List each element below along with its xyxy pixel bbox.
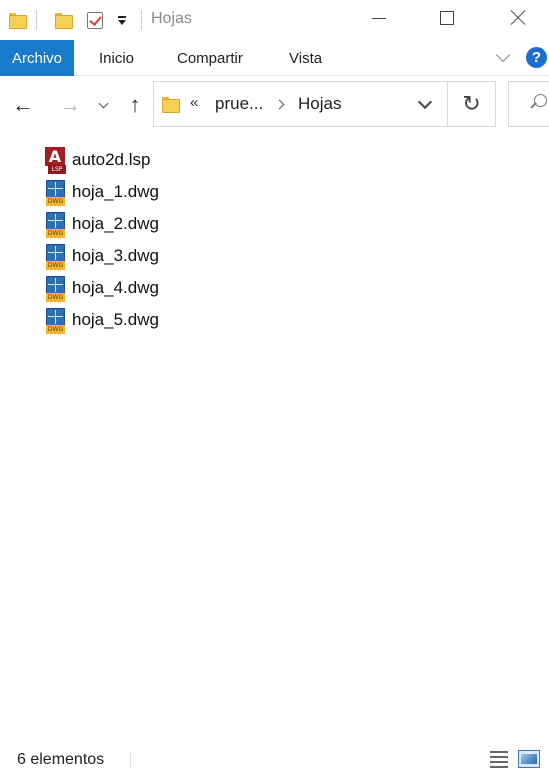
toolbar-divider: [36, 10, 37, 30]
dwg-file-icon: DWG: [44, 307, 66, 334]
dwg-file-icon: DWG: [44, 211, 66, 238]
ribbon-tabs: Archivo Inicio Compartir Vista ?: [0, 40, 549, 76]
item-count: 6 elementos: [17, 751, 105, 768]
customize-dropdown-icon[interactable]: [114, 8, 130, 32]
toolbar-divider: [141, 10, 142, 30]
list-item[interactable]: DWG hoja_3.dwg: [44, 241, 159, 271]
dwg-file-icon: DWG: [44, 275, 66, 302]
tab-vista[interactable]: Vista: [289, 40, 322, 76]
up-arrow-icon[interactable]: ↑: [122, 90, 148, 120]
tab-archivo[interactable]: Archivo: [0, 40, 74, 76]
list-item[interactable]: A LSP auto2d.lsp: [44, 145, 150, 175]
dwg-file-icon: DWG: [44, 179, 66, 206]
breadcrumb-overflow[interactable]: «: [190, 94, 198, 111]
close-button[interactable]: [495, 0, 541, 36]
file-name: hoja_5.dwg: [72, 310, 159, 329]
back-arrow-icon[interactable]: ←: [8, 90, 38, 120]
maximize-button[interactable]: [424, 0, 470, 36]
file-name: hoja_2.dwg: [72, 214, 159, 233]
list-item[interactable]: DWG hoja_1.dwg: [44, 177, 159, 207]
large-icons-view-icon[interactable]: [518, 750, 540, 768]
minimize-button[interactable]: [356, 0, 402, 36]
file-name: auto2d.lsp: [72, 150, 151, 169]
help-icon[interactable]: ?: [526, 47, 547, 68]
breadcrumb-item[interactable]: prue...: [215, 94, 263, 114]
minimize-icon: [372, 17, 386, 19]
recent-locations-chevron-icon[interactable]: [94, 90, 112, 120]
address-dropdown-icon[interactable]: [417, 94, 433, 110]
tab-compartir[interactable]: Compartir: [177, 40, 243, 76]
folder-icon[interactable]: [8, 8, 27, 32]
maximize-icon: [440, 11, 454, 25]
list-item[interactable]: DWG hoja_2.dwg: [44, 209, 159, 239]
title-bar: Hojas: [0, 0, 549, 40]
dwg-file-icon: DWG: [44, 243, 66, 270]
status-bar: 6 elementos: [0, 742, 549, 774]
properties-check-icon[interactable]: [85, 8, 105, 32]
file-name: hoja_3.dwg: [72, 246, 159, 265]
refresh-icon[interactable]: ↻: [448, 81, 496, 127]
search-icon: [531, 94, 547, 110]
window-title: Hojas: [151, 10, 192, 27]
folder-icon: [162, 97, 180, 113]
breadcrumb-separator-icon[interactable]: [274, 99, 285, 110]
file-name: hoja_1.dwg: [72, 182, 159, 201]
tab-inicio[interactable]: Inicio: [99, 40, 134, 76]
search-input[interactable]: [508, 81, 549, 127]
status-divider: [130, 752, 131, 768]
file-list: A LSP auto2d.lsp DWG hoja_1.dwg DWG hoja_…: [0, 140, 549, 740]
new-folder-icon[interactable]: [53, 8, 73, 32]
navigation-bar: ← → ↑ « prue... Hojas ↻: [0, 76, 549, 134]
list-item[interactable]: DWG hoja_4.dwg: [44, 273, 159, 303]
close-icon: [510, 10, 526, 26]
expand-ribbon-chevron-icon[interactable]: [496, 52, 510, 62]
lsp-file-icon: A LSP: [44, 146, 66, 174]
forward-arrow-icon[interactable]: →: [55, 90, 85, 120]
details-view-icon[interactable]: [486, 750, 508, 768]
file-name: hoja_4.dwg: [72, 278, 159, 297]
list-item[interactable]: DWG hoja_5.dwg: [44, 305, 159, 335]
address-bar[interactable]: « prue... Hojas: [153, 81, 448, 127]
breadcrumb-item-current[interactable]: Hojas: [298, 94, 341, 114]
